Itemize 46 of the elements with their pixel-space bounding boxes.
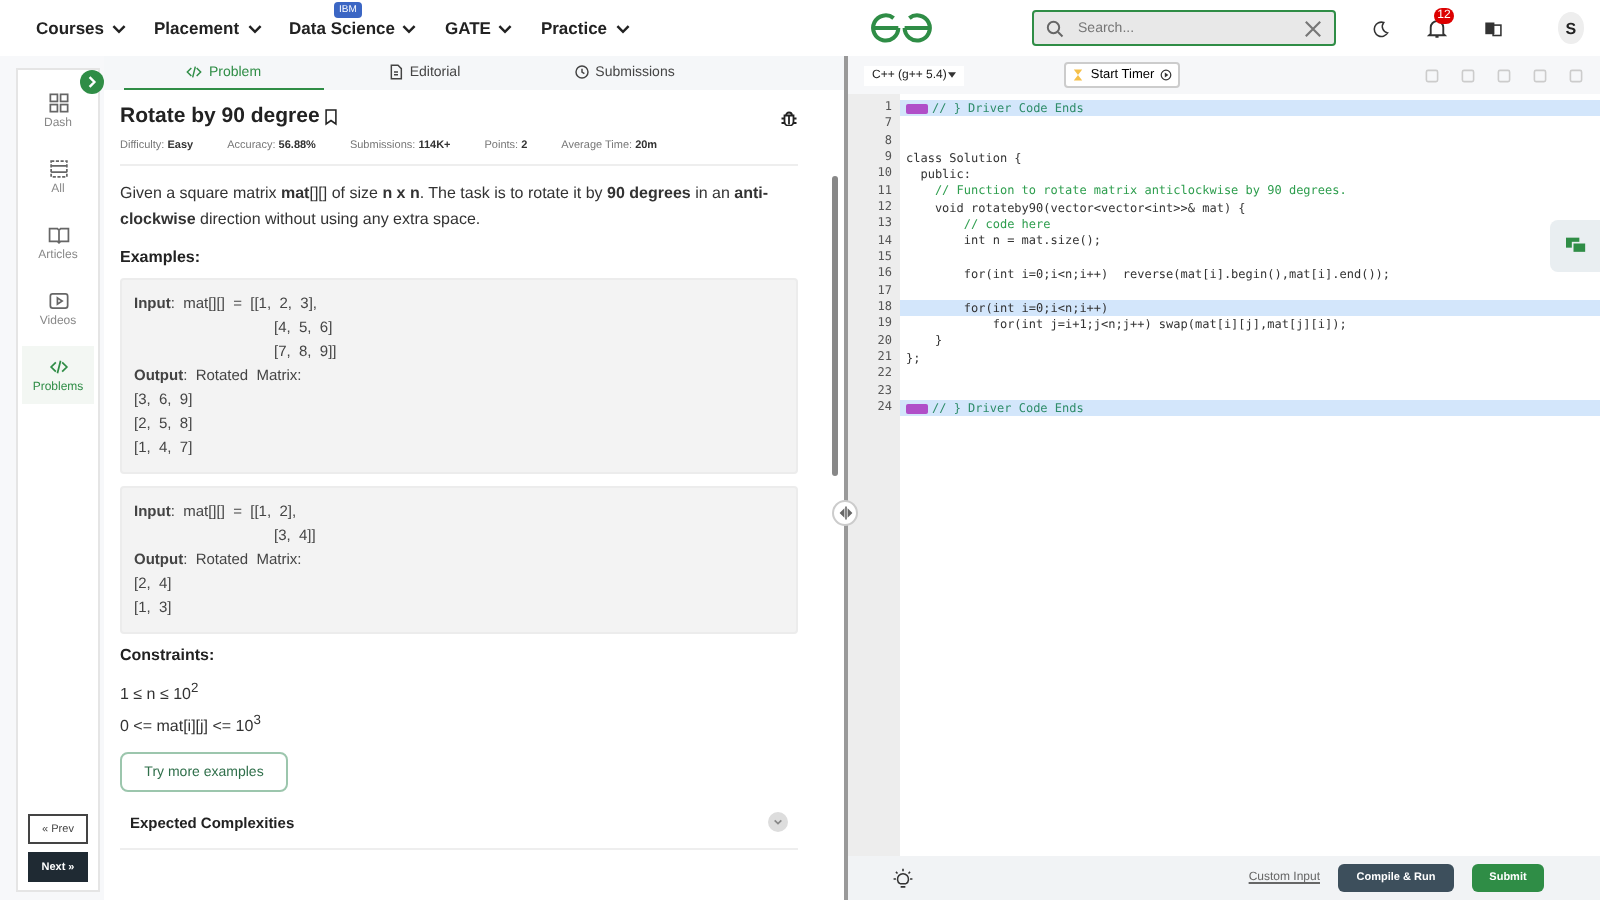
nav-menu-item[interactable]: Practice [540,18,630,38]
constraint-text: 0 <= mat[i][j] <= 10$^{3}$ [120,711,263,739]
grid-icon [47,92,69,114]
fold-marker-icon[interactable] [906,103,928,114]
problem-statement: Given a square matrix mat[][] of size n x n. The task is to rotate it by 90 degrees in an anti-clockwise direction without using any extra space. [120,182,771,232]
bookmark-icon[interactable] [323,107,338,125]
chevron-right-icon [84,74,100,90]
constraint-text: 1 ≤ n ≤ 10$^{2}$ [120,680,201,708]
chevron-down-icon [498,23,513,33]
clock-icon [573,64,590,80]
scrollbar-drawing[interactable] [832,176,838,476]
hourglass-icon [1072,68,1085,82]
user-avatar[interactable]: S [1557,12,1584,44]
close-icon[interactable] [1303,19,1322,37]
resize-icon [837,506,853,520]
translate-icon[interactable] [1483,17,1502,39]
lightbulb-icon[interactable] [892,867,914,889]
bug-icon[interactable] [780,107,798,125]
search-icon [1046,19,1065,37]
nav-menu-item[interactable]: Placement [154,18,262,38]
chevron-down-icon [615,23,630,33]
chevron-down-icon [112,23,127,33]
bell-icon[interactable] [1425,17,1448,39]
nav-menu-item[interactable]: Data Science [289,18,417,38]
nav-menu-item[interactable]: GATE [444,18,513,38]
chevron-down-icon [247,23,262,33]
play-icon [1160,68,1173,82]
code-icon [186,64,203,80]
constraints-heading: Constraints: [120,646,217,664]
document-icon [387,64,404,80]
code-icon [47,356,69,378]
chat-button[interactable] [1550,220,1600,272]
expand-button[interactable] [80,70,104,94]
book-icon [47,224,69,246]
logo-icon [869,8,933,48]
play-icon [47,290,69,312]
chevron-down-icon[interactable] [768,812,788,833]
nav-menu-item[interactable]: Courses [36,18,127,38]
chevron-down-icon [402,23,417,33]
caret-icon [948,72,957,78]
chat-icon [1563,236,1587,256]
examples-heading: Examples: [120,248,203,266]
dots-grid-icon [47,158,69,180]
fold-marker-icon[interactable] [906,403,928,414]
problem-title: Rotate by 90 degree [120,104,320,128]
moon-icon[interactable] [1371,17,1390,39]
